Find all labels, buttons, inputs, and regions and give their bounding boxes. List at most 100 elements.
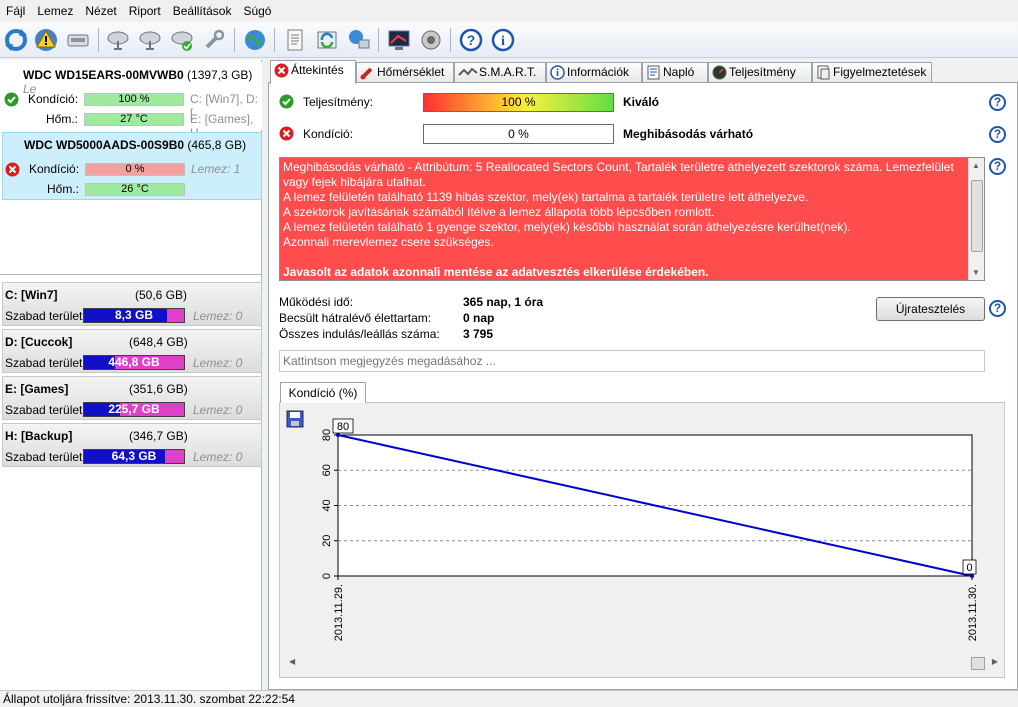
chart-scrollbar[interactable]: ◀ ▶ (285, 655, 1001, 672)
menu-help[interactable]: Súgó (237, 0, 277, 22)
menu-view[interactable]: Nézet (79, 0, 122, 22)
data-point (970, 574, 974, 578)
toolbar-separator (98, 28, 99, 52)
panel-divider (0, 274, 261, 275)
svg-text:?: ? (467, 32, 476, 48)
partition-entry[interactable]: C: [Win7] (50,6 GB) Szabad terület 8,3 G… (2, 282, 262, 326)
wrench-icon[interactable] (200, 26, 228, 54)
status-bar: Állapot utoljára frissítve: 2013.11.30. … (0, 690, 1018, 707)
help-icon[interactable]: ? (989, 94, 1006, 111)
condition-bar: 100 % (84, 93, 184, 106)
partition-size: (648,4 GB) (129, 335, 188, 349)
disk-name: WDC WD15EARS-00MVWB0 (23, 68, 184, 82)
tab-label: Hőmérséklet (377, 65, 445, 79)
tab-overview[interactable]: Áttekintés (270, 60, 356, 84)
notepad-icon[interactable] (281, 26, 309, 54)
disk-entry-selected[interactable]: WDC WD5000AADS-00S9B0 (465,8 GB) Kondíci… (2, 132, 262, 200)
partition-size: (351,6 GB) (129, 382, 188, 396)
help-icon[interactable]: ? (989, 126, 1006, 143)
tab-performance[interactable]: Teljesítmény (708, 62, 812, 83)
scroll-left-icon[interactable]: ◀ (289, 657, 295, 666)
scroll-thumb[interactable] (971, 180, 983, 252)
satellite-dish-icon[interactable] (136, 26, 164, 54)
partition-entry[interactable]: E: [Games] (351,6 GB) Szabad terület 225… (2, 376, 262, 420)
scroll-down-icon[interactable]: ▼ (972, 268, 980, 277)
info-icon[interactable]: i (489, 26, 517, 54)
info-icon (550, 65, 565, 80)
chart-screen-icon[interactable] (385, 26, 413, 54)
tab-condition-chart[interactable]: Kondíció (%) (280, 382, 366, 403)
help-icon[interactable]: ? (989, 158, 1006, 175)
condition-value: 0 % (125, 163, 145, 175)
alerts-icon (816, 65, 831, 80)
tab-label: Napló (663, 65, 695, 79)
log-icon (646, 65, 661, 80)
satellite-dish-icon[interactable] (104, 26, 132, 54)
performance-text: Kiváló (623, 95, 660, 109)
tab-label: Áttekintés (291, 63, 344, 77)
partition-entry[interactable]: H: [Backup] (346,7 GB) Szabad terület 64… (2, 423, 262, 467)
menu-disk[interactable]: Lemez (31, 0, 79, 22)
partition-disk: Lemez: 0 (193, 450, 243, 464)
gauge-icon (712, 65, 727, 80)
speaker-icon[interactable] (417, 26, 445, 54)
partition-entry[interactable]: D: [Cuccok] (648,4 GB) Szabad terület 44… (2, 329, 262, 373)
condition-text: Meghibásodás várható (623, 127, 754, 141)
condition-chart: 0 20 40 60 80 2013.11.29. 2013.11.30. 80 0 (321, 418, 979, 641)
scroll-up-icon[interactable]: ▲ (972, 161, 980, 170)
free-space-value: 225,7 GB (108, 402, 160, 416)
tab-log[interactable]: Napló (642, 62, 708, 83)
tab-information[interactable]: Információk (546, 62, 642, 83)
left-panel: WDC WD15EARS-00MVWB0 (1397,3 GB) Le Kond… (0, 60, 262, 690)
tab-temperature[interactable]: Hőmérséklet (356, 62, 454, 83)
free-space-label: Szabad terület (5, 403, 83, 417)
ok-status-icon (4, 92, 19, 110)
scroll-right-icon[interactable]: ▶ (992, 657, 998, 666)
refresh-icon[interactable] (2, 26, 30, 54)
start-stop-value: 3 795 (463, 327, 494, 341)
tab-smart[interactable]: S.M.A.R.T. (454, 62, 546, 83)
globe-icon[interactable] (241, 26, 269, 54)
free-space-label: Szabad terület (5, 450, 83, 464)
drive-icon[interactable] (64, 26, 92, 54)
partition-name: E: [Games] (5, 382, 69, 396)
comment-input[interactable] (279, 350, 985, 372)
partition-disk: Lemez: 0 (193, 403, 243, 417)
retest-button[interactable]: Újratesztelés (876, 297, 985, 321)
warning-icon[interactable] (32, 26, 60, 54)
tab-alerts[interactable]: Figyelmeztetések (812, 62, 932, 83)
error-status-icon (5, 162, 20, 180)
alert-scrollbar[interactable]: ▲ ▼ (968, 158, 984, 280)
free-space-bar: 64,3 GB (83, 449, 185, 464)
remaining-life-label: Becsült hátralévő élettartam: (279, 311, 432, 325)
satellite-dish-check-icon[interactable] (168, 26, 196, 54)
temp-bar: 27 °C (84, 113, 184, 126)
data-point (336, 433, 340, 437)
partition-name: H: [Backup] (5, 429, 73, 443)
tab-label: S.M.A.R.T. (479, 65, 537, 79)
tab-bar: Áttekintés Hőmérséklet S.M.A.R.T. Inform… (268, 60, 1018, 84)
menu-file[interactable]: Fájl (0, 0, 31, 22)
y-tick-label: 0 (321, 573, 333, 579)
disk-entry[interactable]: WDC WD15EARS-00MVWB0 (1397,3 GB) Le Kond… (2, 62, 262, 140)
toolbar-separator (450, 28, 451, 52)
alert-line: Azonnali merevlemez csere szükséges. (283, 235, 494, 249)
performance-label: Teljesítmény: (303, 95, 374, 109)
disk-size: (465,8 GB) (187, 138, 247, 152)
sync-icon[interactable] (313, 26, 341, 54)
help-icon[interactable]: ? (989, 300, 1006, 317)
condition-bar: 0 % (423, 124, 614, 144)
network-globe-icon[interactable] (345, 26, 373, 54)
data-label-text: 0 (966, 562, 972, 574)
condition-label: Kondíció: (28, 92, 79, 106)
free-space-value: 446,8 GB (108, 355, 160, 369)
help-icon[interactable]: ? (457, 26, 485, 54)
menu-settings[interactable]: Beállítások (167, 0, 238, 22)
alert-line: A szektorok javításának számából ítélve … (283, 205, 715, 219)
scroll-thumb[interactable] (971, 657, 985, 670)
partition-disk: Lemez: 0 (193, 309, 243, 323)
alert-box[interactable]: Meghibásodás várható - Attribútum: 5 Rea… (279, 157, 985, 281)
y-tick-label: 20 (321, 535, 333, 547)
menu-report[interactable]: Riport (123, 0, 167, 22)
thermometer-icon (360, 65, 375, 80)
